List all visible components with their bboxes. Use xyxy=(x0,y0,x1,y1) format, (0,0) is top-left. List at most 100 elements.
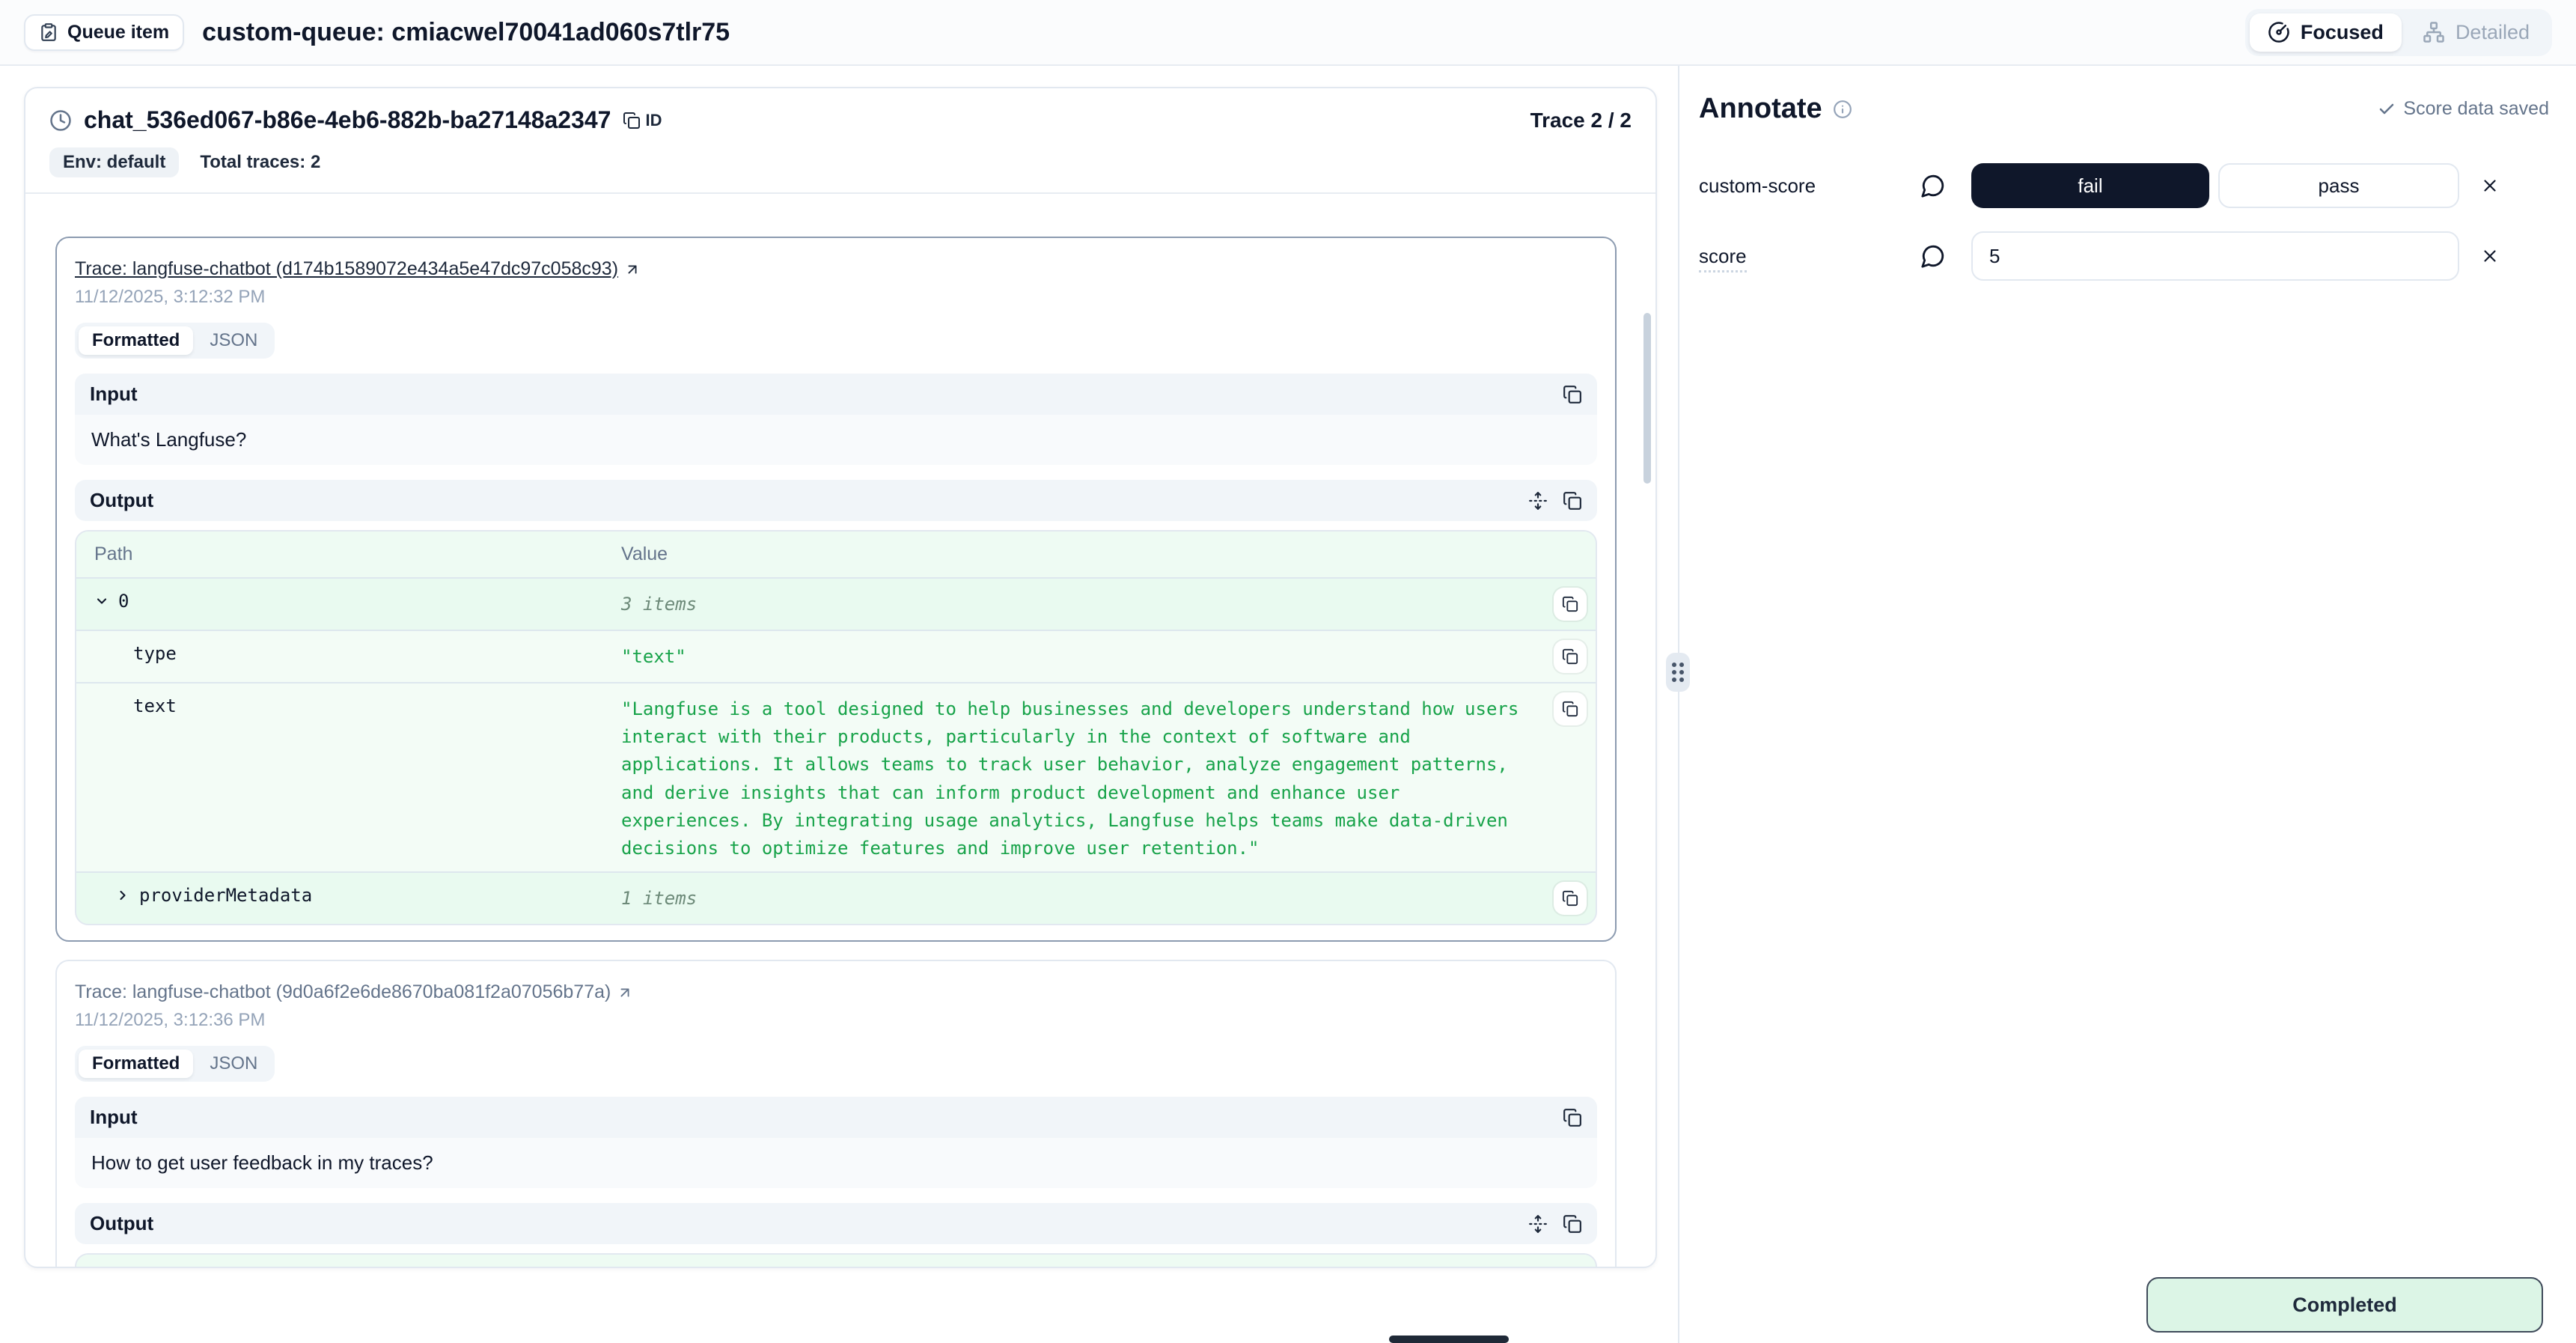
queue-item-card: chat_536ed067-b86e-4eb6-882b-ba27148a234… xyxy=(24,87,1657,1268)
expand-output-button-1[interactable] xyxy=(1528,491,1548,511)
score-row-score: score xyxy=(1699,231,2549,281)
trace-link-2-label: Trace: langfuse-chatbot (9d0a6f2e6de8670… xyxy=(75,981,611,1003)
row-value: "text" xyxy=(621,640,1536,671)
table-row: type "text" xyxy=(76,631,1596,683)
completed-button[interactable]: Completed xyxy=(2146,1277,2543,1333)
copy-output-button-2[interactable] xyxy=(1563,1214,1582,1234)
item-header: chat_536ed067-b86e-4eb6-882b-ba27148a234… xyxy=(25,88,1655,194)
focused-view-label: Focused xyxy=(2301,21,2384,44)
output-label-2: Output xyxy=(90,1212,153,1235)
input-section-1: Input What's Langfuse? xyxy=(75,374,1597,465)
detailed-view-button[interactable]: Detailed xyxy=(2405,13,2548,52)
table-row: providerMetadata 1 items xyxy=(76,873,1596,924)
comment-bubble-icon[interactable] xyxy=(1920,243,1971,269)
input-content-2: How to get user feedback in my traces? xyxy=(75,1138,1597,1188)
trace-timestamp-1: 11/12/2025, 3:12:32 PM xyxy=(75,287,1597,308)
copy-row-button[interactable] xyxy=(1554,588,1587,621)
focused-view-button[interactable]: Focused xyxy=(2250,13,2402,52)
format-toggle-2: Formatted JSON xyxy=(75,1046,275,1082)
copy-output-button-1[interactable] xyxy=(1563,491,1582,511)
input-label-2: Input xyxy=(90,1106,138,1129)
queue-item-badge: Queue item xyxy=(24,14,184,51)
chevron-down-icon[interactable] xyxy=(94,594,109,609)
trace-card-1: Trace: langfuse-chatbot (d174b1589072e43… xyxy=(55,237,1617,942)
score-save-status: Score data saved xyxy=(2378,98,2549,120)
output-label-1: Output xyxy=(90,489,153,512)
trace-counter: Trace 2 / 2 xyxy=(1530,109,1632,133)
json-tab-2[interactable]: JSON xyxy=(196,1050,271,1078)
output-table-2: Path Value 0 3 items xyxy=(75,1253,1597,1267)
copy-row-button[interactable] xyxy=(1554,692,1587,725)
check-icon xyxy=(2378,100,2396,118)
copy-icon xyxy=(623,112,641,130)
id-label: ID xyxy=(645,111,662,130)
path-column-header: Path xyxy=(94,543,621,565)
copy-input-button-2[interactable] xyxy=(1563,1108,1582,1127)
score-value-input[interactable] xyxy=(1971,231,2459,281)
detailed-view-label: Detailed xyxy=(2456,21,2530,44)
panel-resize-handle[interactable] xyxy=(1666,653,1690,692)
info-icon[interactable] xyxy=(1833,100,1852,119)
annotate-panel: Annotate Score data saved custom-score f… xyxy=(1699,93,2549,302)
network-icon xyxy=(2423,21,2445,43)
trace-timestamp-2: 11/12/2025, 3:12:36 PM xyxy=(75,1010,1597,1031)
row-value: 1 items xyxy=(621,882,1536,913)
input-label-1: Input xyxy=(90,383,138,406)
input-section-2: Input How to get user feedback in my tra… xyxy=(75,1097,1597,1188)
table-row: text "Langfuse is a tool designed to hel… xyxy=(76,683,1596,873)
view-mode-toggle: Focused Detailed xyxy=(2245,9,2552,56)
copy-row-button[interactable] xyxy=(1554,640,1587,673)
comment-bubble-icon[interactable] xyxy=(1920,173,1971,198)
row-path: providerMetadata xyxy=(139,885,312,906)
delete-score-button[interactable] xyxy=(2480,246,2500,266)
env-badge: Env: default xyxy=(49,147,179,177)
row-path: text xyxy=(133,695,177,716)
item-title: chat_536ed067-b86e-4eb6-882b-ba27148a234… xyxy=(84,106,611,134)
table-row: 0 3 items xyxy=(76,579,1596,631)
score-row-custom-score: custom-score fail pass xyxy=(1699,161,2549,210)
trace-link-1-label: Trace: langfuse-chatbot (d174b1589072e43… xyxy=(75,258,618,280)
row-path: type xyxy=(133,643,177,664)
formatted-tab-1[interactable]: Formatted xyxy=(79,326,193,355)
clock-icon xyxy=(49,109,72,132)
trace-link-1[interactable]: Trace: langfuse-chatbot (d174b1589072e43… xyxy=(75,258,641,280)
queue-item-page: Queue item custom-queue: cmiacwel70041ad… xyxy=(0,0,2576,1343)
score-name-label: score xyxy=(1699,245,1920,268)
delete-score-button[interactable] xyxy=(2480,176,2500,195)
top-header: Queue item custom-queue: cmiacwel70041ad… xyxy=(0,0,2576,66)
copy-row-button[interactable] xyxy=(1554,882,1587,915)
format-toggle-1: Formatted JSON xyxy=(75,323,275,359)
score-option-fail-button[interactable]: fail xyxy=(1971,163,2209,208)
score-option-pass-button[interactable]: pass xyxy=(2218,163,2459,208)
annotate-title: Annotate xyxy=(1699,93,1822,125)
clipboard-pen-icon xyxy=(39,22,58,42)
json-tab-1[interactable]: JSON xyxy=(196,326,271,355)
copy-id-button[interactable]: ID xyxy=(623,111,662,130)
score-name-label: custom-score xyxy=(1699,174,1920,198)
input-content-1: What's Langfuse? xyxy=(75,415,1597,465)
copy-input-button-1[interactable] xyxy=(1563,385,1582,404)
row-path: 0 xyxy=(118,591,129,612)
output-section-1: Output xyxy=(75,480,1597,521)
traces-scroll-area: Trace: langfuse-chatbot (d174b1589072e43… xyxy=(25,214,1655,1267)
total-traces-label: Total traces: 2 xyxy=(200,152,320,173)
queue-item-badge-label: Queue item xyxy=(67,22,169,43)
external-link-icon xyxy=(617,984,633,1001)
gauge-icon xyxy=(2268,21,2290,43)
trace-link-2[interactable]: Trace: langfuse-chatbot (9d0a6f2e6de8670… xyxy=(75,981,633,1003)
output-section-2: Output xyxy=(75,1203,1597,1244)
external-link-icon xyxy=(624,261,641,278)
horizontal-scrollbar-thumb[interactable] xyxy=(1389,1336,1509,1343)
panel-divider xyxy=(1678,66,1679,1343)
value-column-header: Value xyxy=(621,543,1536,565)
page-title: custom-queue: cmiacwel70041ad060s7tlr75 xyxy=(202,18,730,47)
chevron-right-icon[interactable] xyxy=(115,888,130,903)
vertical-scrollbar-thumb[interactable] xyxy=(1643,313,1651,484)
trace-card-2: Trace: langfuse-chatbot (9d0a6f2e6de8670… xyxy=(55,960,1617,1267)
score-save-status-label: Score data saved xyxy=(2403,98,2549,120)
row-value: "Langfuse is a tool designed to help bus… xyxy=(621,692,1536,862)
expand-output-button-2[interactable] xyxy=(1528,1214,1548,1234)
output-table-1: Path Value 0 3 items xyxy=(75,530,1597,925)
row-value: 3 items xyxy=(621,588,1536,618)
formatted-tab-2[interactable]: Formatted xyxy=(79,1050,193,1078)
